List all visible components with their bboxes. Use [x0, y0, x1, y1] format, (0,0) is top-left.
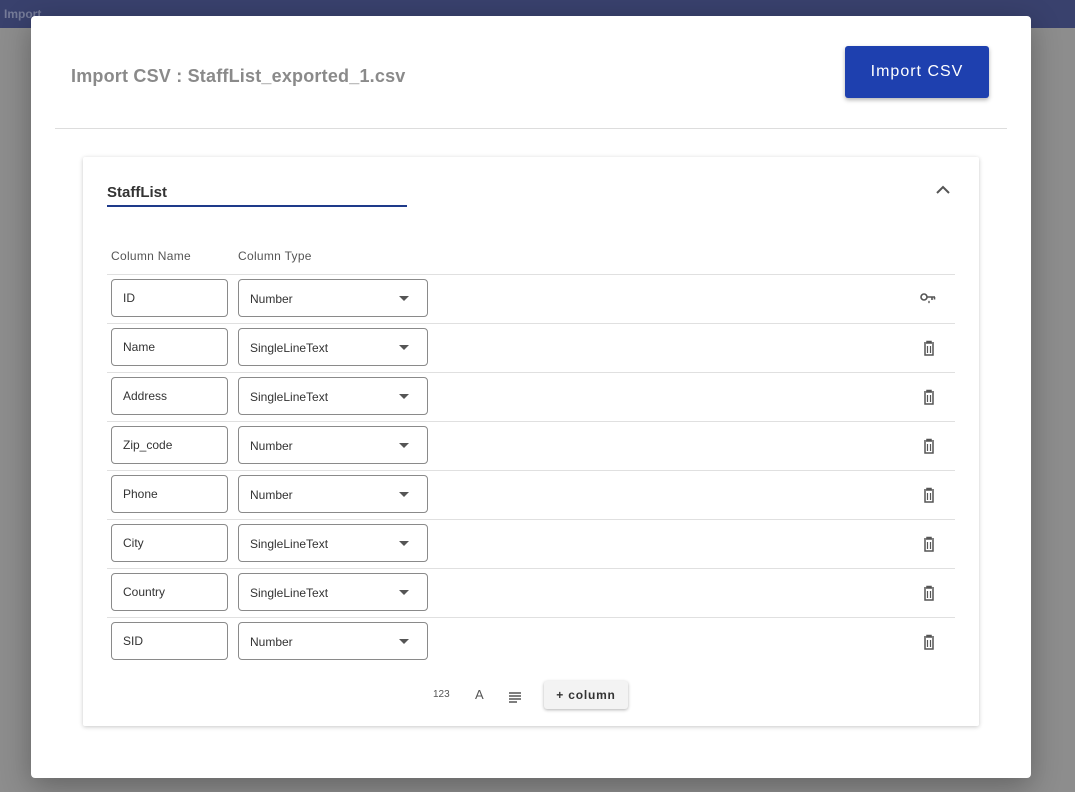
column-type-select[interactable]: SingleLineText [238, 573, 428, 611]
header-divider [55, 128, 1007, 129]
column-type-toolbar: 123 A + column [423, 681, 643, 711]
add-column-button[interactable]: + column [544, 681, 628, 709]
table-card: StaffList Column Name Column Type Number [83, 157, 979, 726]
column-type-value: Number [250, 439, 293, 453]
table-row: SingleLineText [107, 323, 955, 372]
dropdown-arrow-icon [399, 394, 409, 399]
column-name-input[interactable] [111, 328, 228, 366]
import-csv-button[interactable]: Import CSV [845, 46, 989, 98]
column-type-value: Number [250, 292, 293, 306]
delete-icon[interactable] [919, 485, 939, 505]
column-type-select[interactable]: Number [238, 475, 428, 513]
column-type-select[interactable]: Number [238, 279, 428, 317]
table-row: SingleLineText [107, 519, 955, 568]
table-name: StaffList [107, 184, 167, 201]
column-type-select[interactable]: SingleLineText [238, 524, 428, 562]
table-row: SingleLineText [107, 568, 955, 617]
primary-key-icon[interactable] [919, 289, 939, 309]
table-name-field[interactable]: StaffList [107, 181, 407, 207]
column-name-header: Column Name [111, 249, 191, 263]
dropdown-arrow-icon [399, 590, 409, 595]
table-row: Number [107, 421, 955, 470]
column-type-select[interactable]: SingleLineText [238, 377, 428, 415]
delete-icon[interactable] [919, 632, 939, 652]
chevron-up-icon[interactable] [933, 181, 953, 197]
column-type-value: SingleLineText [250, 390, 329, 404]
dropdown-arrow-icon [399, 492, 409, 497]
delete-icon[interactable] [919, 387, 939, 407]
import-csv-dialog: Import CSV : StaffList_exported_1.csv Im… [31, 16, 1031, 778]
table-row: Number [107, 470, 955, 519]
column-type-value: SingleLineText [250, 586, 329, 600]
column-name-input[interactable] [111, 426, 228, 464]
column-name-input[interactable] [111, 377, 228, 415]
number-type-icon[interactable]: 123 [433, 689, 450, 707]
table-row: SingleLineText [107, 372, 955, 421]
column-type-select[interactable]: Number [238, 426, 428, 464]
column-name-input[interactable] [111, 475, 228, 513]
column-type-select[interactable]: Number [238, 622, 428, 660]
dropdown-arrow-icon [399, 296, 409, 301]
column-type-value: Number [250, 488, 293, 502]
column-type-value: SingleLineText [250, 341, 329, 355]
delete-icon[interactable] [919, 583, 939, 603]
column-name-input[interactable] [111, 573, 228, 611]
dropdown-arrow-icon [399, 639, 409, 644]
dropdown-arrow-icon [399, 345, 409, 350]
column-name-input[interactable] [111, 524, 228, 562]
column-type-value: SingleLineText [250, 537, 329, 551]
dropdown-arrow-icon [399, 443, 409, 448]
delete-icon[interactable] [919, 534, 939, 554]
table-row: Number [107, 617, 955, 666]
column-type-value: Number [250, 635, 293, 649]
column-name-input[interactable] [111, 279, 228, 317]
delete-icon[interactable] [919, 338, 939, 358]
column-type-header: Column Type [238, 249, 312, 263]
column-name-input[interactable] [111, 622, 228, 660]
text-type-icon[interactable]: A [475, 687, 484, 705]
long-text-icon[interactable] [508, 689, 522, 707]
table-row: Number [107, 274, 955, 323]
column-type-select[interactable]: SingleLineText [238, 328, 428, 366]
delete-icon[interactable] [919, 436, 939, 456]
columns-list: Number SingleLineText [107, 274, 955, 666]
dialog-title: Import CSV : StaffList_exported_1.csv [71, 66, 406, 86]
dropdown-arrow-icon [399, 541, 409, 546]
